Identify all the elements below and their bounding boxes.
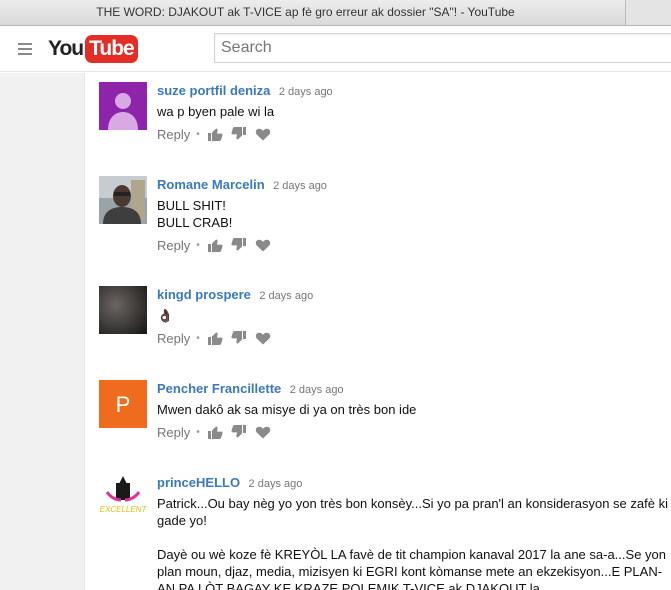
- thumbs-down-icon[interactable]: [231, 237, 247, 253]
- browser-titlebar: THE WORD: DJAKOUT ak T-VICE ap fè gro er…: [0, 0, 671, 26]
- comment-text: Dayè ou wè koze fè KREYÒL LA favè de tit…: [157, 547, 666, 590]
- heart-icon[interactable]: [255, 330, 271, 346]
- thumbs-down-icon[interactable]: [231, 424, 247, 440]
- logo-text: EXCELLENT: [100, 505, 147, 514]
- avatar-letter: P: [116, 392, 131, 417]
- comment-body: wa p byen pale wi la: [157, 103, 669, 120]
- heart-icon[interactable]: [255, 237, 271, 253]
- comment-body: BULL SHIT! BULL CRAB!: [157, 197, 669, 231]
- comment-time[interactable]: 2 days ago: [279, 86, 333, 98]
- comment-body: Patrick...Ou bay nèg yo yon très bon kon…: [157, 495, 669, 590]
- reply-button[interactable]: Reply: [157, 238, 190, 253]
- separator-dot: •: [196, 239, 200, 251]
- thumbs-up-icon[interactable]: [207, 330, 223, 346]
- youtube-logo[interactable]: You Tube: [48, 35, 138, 63]
- comment-actions: Reply •: [157, 236, 669, 254]
- comment-author[interactable]: kingd prospere: [157, 287, 251, 302]
- titlebar-button[interactable]: [625, 0, 671, 25]
- comment-text: Mwen dakô ak sa misye di ya on très bon …: [157, 402, 417, 417]
- heart-icon[interactable]: [255, 424, 271, 440]
- search-input[interactable]: [214, 33, 671, 63]
- avatar[interactable]: P: [99, 380, 147, 428]
- comment-author[interactable]: princeHELLO: [157, 475, 240, 490]
- thumbs-up-icon[interactable]: [207, 237, 223, 253]
- comment-actions: Reply •: [157, 329, 669, 347]
- avatar[interactable]: [99, 286, 147, 334]
- separator-dot: •: [196, 426, 200, 438]
- thumbs-up-icon[interactable]: [207, 126, 223, 142]
- hamburger-menu-icon[interactable]: [18, 43, 32, 55]
- default-avatar-icon: [99, 82, 147, 130]
- comment-author[interactable]: suze portfil deniza: [157, 83, 270, 98]
- comment-body: 👌🏿: [157, 307, 669, 324]
- comment-time[interactable]: 2 days ago: [259, 290, 313, 302]
- logo-tube-text: Tube: [85, 35, 138, 63]
- thumbs-up-icon[interactable]: [207, 424, 223, 440]
- masthead: You Tube: [0, 26, 671, 72]
- channel-logo-icon: EXCELLENT: [99, 474, 147, 522]
- thumbs-down-icon[interactable]: [231, 126, 247, 142]
- reply-button[interactable]: Reply: [157, 127, 190, 142]
- avatar[interactable]: [99, 176, 147, 224]
- comment-text: wa p byen pale wi la: [157, 104, 275, 119]
- comment-author[interactable]: Romane Marcelin: [157, 177, 265, 192]
- comment-actions: Reply •: [157, 423, 669, 441]
- comment-time[interactable]: 2 days ago: [273, 180, 327, 192]
- comment-author[interactable]: Pencher Francillette: [157, 381, 281, 396]
- letter-avatar-icon: P: [99, 380, 147, 428]
- comment-text: Patrick...Ou bay nèg yo yon très bon kon…: [157, 496, 668, 528]
- reply-button[interactable]: Reply: [157, 331, 190, 346]
- thumbs-down-icon[interactable]: [231, 330, 247, 346]
- comment-text: BULL CRAB!: [157, 215, 233, 230]
- comment-time[interactable]: 2 days ago: [249, 478, 303, 490]
- comment-time[interactable]: 2 days ago: [290, 384, 344, 396]
- avatar[interactable]: EXCELLENT: [99, 474, 147, 522]
- logo-you-text: You: [48, 37, 84, 60]
- avatar[interactable]: [99, 82, 147, 130]
- separator-dot: •: [196, 332, 200, 344]
- reply-button[interactable]: Reply: [157, 425, 190, 440]
- heart-icon[interactable]: [255, 126, 271, 142]
- user-photo-icon: [99, 286, 147, 334]
- comment-actions: Reply •: [157, 125, 669, 143]
- divider: [84, 73, 85, 590]
- separator-dot: •: [196, 128, 200, 140]
- user-photo-icon: [99, 176, 147, 224]
- comment-text: BULL SHIT!: [157, 198, 226, 213]
- left-gutter: [0, 73, 84, 590]
- comment-text: 👌🏿: [157, 308, 174, 323]
- window-title: THE WORD: DJAKOUT ak T-VICE ap fè gro er…: [96, 5, 515, 19]
- comment-body: Mwen dakô ak sa misye di ya on très bon …: [157, 401, 669, 418]
